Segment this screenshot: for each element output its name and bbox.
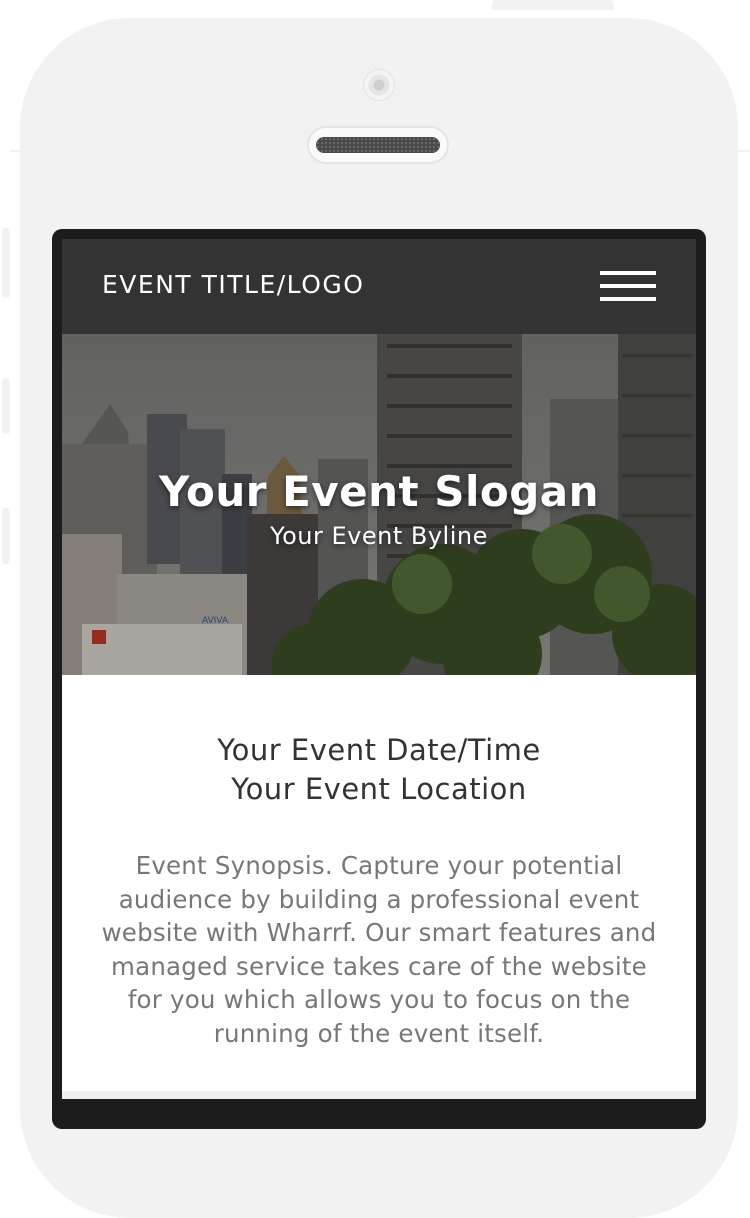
navbar: EVENT TITLE/LOGO (62, 239, 696, 334)
event-synopsis: Event Synopsis. Capture your potential a… (101, 851, 657, 1048)
event-byline: Your Event Byline (270, 522, 488, 550)
event-info-section: Your Event Date/Time Your Event Location… (62, 675, 696, 1050)
menu-bar (600, 284, 656, 288)
phone-screen: EVENT TITLE/LOGO Your Event Slogan Your … (62, 239, 696, 1099)
hero-banner: AVIVA Your Event Slogan Your Event Bylin… (62, 334, 696, 675)
event-date-time: Your Event Date/Time (217, 733, 541, 767)
earpiece-speaker-icon (309, 128, 447, 162)
menu-bar (600, 297, 656, 301)
event-slogan: Your Event Slogan (158, 467, 600, 516)
menu-bar (600, 271, 656, 275)
phone-volume-down-button (2, 508, 10, 564)
phone-side-button (2, 228, 10, 298)
event-title-logo[interactable]: EVENT TITLE/LOGO (102, 270, 364, 299)
phone-volume-up-button (2, 378, 10, 434)
phone-top-stub (492, 0, 614, 10)
event-location: Your Event Location (231, 772, 527, 806)
front-camera-icon (364, 70, 394, 100)
hamburger-menu-icon[interactable] (598, 270, 658, 302)
